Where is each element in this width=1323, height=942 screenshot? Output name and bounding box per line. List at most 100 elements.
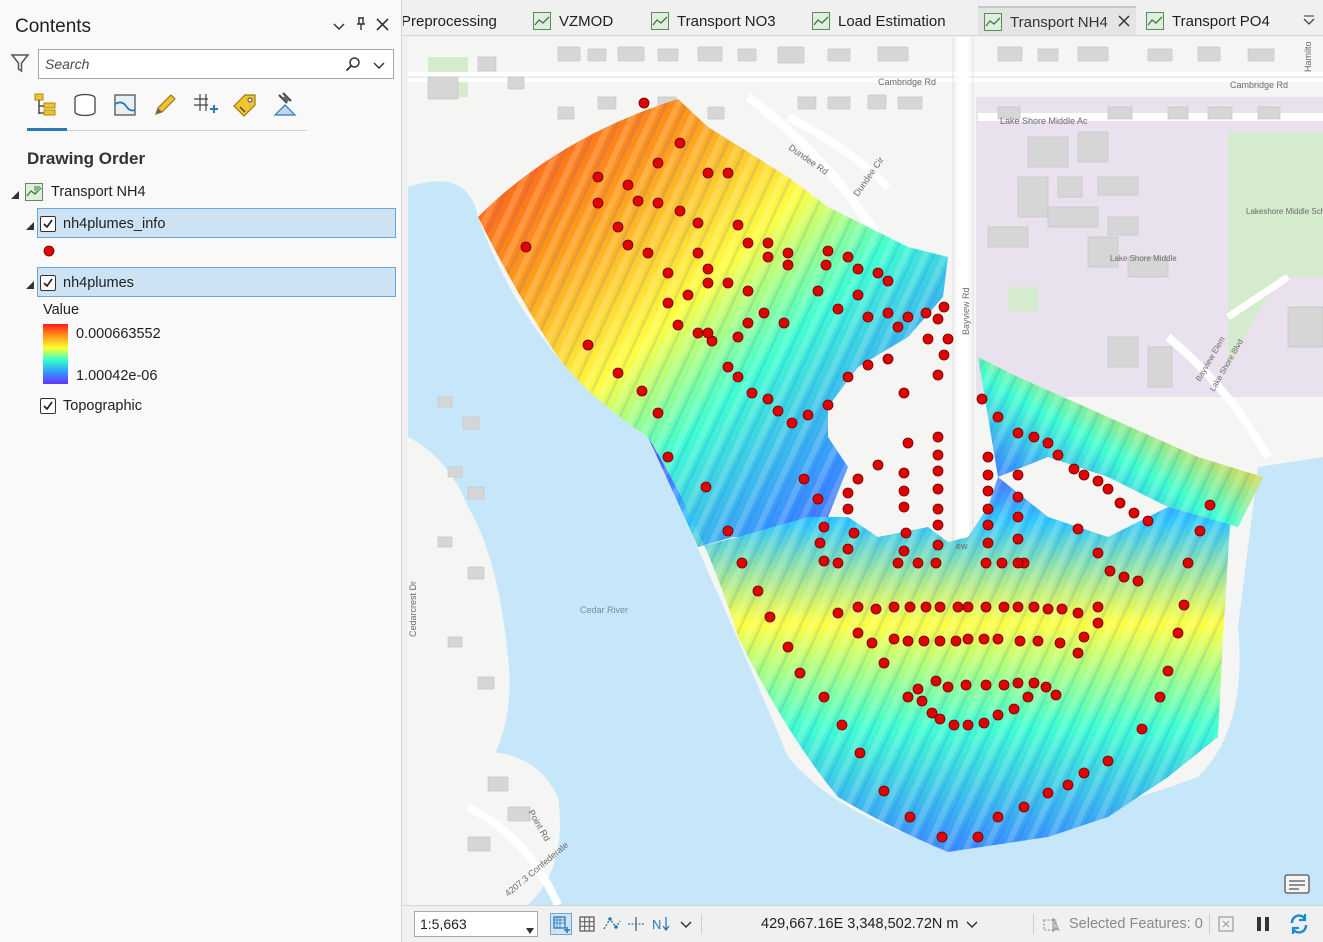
sample-point[interactable] (888, 633, 900, 645)
sample-point[interactable] (962, 719, 974, 731)
list-by-perspective-imagery-icon[interactable] (271, 90, 299, 120)
sample-point[interactable] (882, 353, 894, 365)
chevron-down-icon[interactable] (373, 58, 385, 70)
sample-point[interactable] (926, 707, 938, 719)
sample-point[interactable] (960, 679, 972, 691)
sample-point[interactable] (662, 451, 674, 463)
sample-point[interactable] (742, 285, 754, 297)
constraints-icon[interactable] (625, 913, 647, 935)
list-by-selection-icon[interactable] (111, 90, 139, 120)
sample-point[interactable] (872, 459, 884, 471)
tab-load-estimation[interactable]: Load Estimation (812, 8, 946, 34)
sample-point[interactable] (822, 245, 834, 257)
sample-point[interactable] (1054, 637, 1066, 649)
sample-point[interactable] (852, 627, 864, 639)
sample-point[interactable] (866, 637, 878, 649)
sample-point[interactable] (1132, 575, 1144, 587)
sample-point[interactable] (652, 197, 664, 209)
point-symbol[interactable] (43, 244, 55, 262)
refresh-selection-icon[interactable] (1215, 913, 1237, 935)
sample-point[interactable] (1072, 607, 1084, 619)
sample-point[interactable] (1102, 755, 1114, 767)
sample-point[interactable] (682, 289, 694, 301)
sample-point[interactable] (662, 267, 674, 279)
sample-point[interactable] (1028, 677, 1040, 689)
sample-point[interactable] (1078, 631, 1090, 643)
sample-point[interactable] (898, 467, 910, 479)
sample-point[interactable] (842, 371, 854, 383)
sample-point[interactable] (702, 327, 714, 339)
tabs-overflow-icon[interactable] (1303, 14, 1315, 26)
sample-point[interactable] (922, 333, 934, 345)
sample-point[interactable] (638, 97, 650, 109)
sample-point[interactable] (916, 695, 928, 707)
search-field[interactable] (38, 49, 394, 79)
sample-point[interactable] (820, 259, 832, 271)
sample-point[interactable] (1052, 449, 1064, 461)
sample-point[interactable] (722, 361, 734, 373)
sample-point[interactable] (934, 601, 946, 613)
sample-point[interactable] (612, 221, 624, 233)
sample-point[interactable] (702, 167, 714, 179)
sample-point[interactable] (1142, 515, 1154, 527)
sample-point[interactable] (902, 691, 914, 703)
fixed-zoom-icon[interactable] (550, 913, 572, 935)
sample-point[interactable] (918, 635, 930, 647)
sample-point[interactable] (882, 307, 894, 319)
sample-point[interactable] (742, 237, 754, 249)
sample-point[interactable] (822, 399, 834, 411)
sample-point[interactable] (942, 681, 954, 693)
sample-point[interactable] (1182, 557, 1194, 569)
sample-point[interactable] (904, 601, 916, 613)
sample-point[interactable] (992, 811, 1004, 823)
sample-point[interactable] (782, 247, 794, 259)
search-icon[interactable] (345, 56, 361, 72)
sample-point[interactable] (842, 543, 854, 555)
sample-point[interactable] (636, 385, 648, 397)
sample-point[interactable] (1012, 601, 1024, 613)
sample-point[interactable] (888, 601, 900, 613)
sample-point[interactable] (978, 717, 990, 729)
collapse-layer-icon[interactable] (25, 277, 35, 289)
sample-point[interactable] (854, 747, 866, 759)
list-by-source-icon[interactable] (71, 90, 99, 120)
sample-point[interactable] (932, 431, 944, 443)
sample-point[interactable] (1032, 635, 1044, 647)
collapse-layer-icon[interactable] (25, 218, 35, 230)
sample-point[interactable] (932, 539, 944, 551)
sample-point[interactable] (992, 709, 1004, 721)
sample-point[interactable] (582, 339, 594, 351)
sample-point[interactable] (942, 333, 954, 345)
sample-point[interactable] (1042, 603, 1054, 615)
sample-point[interactable] (622, 239, 634, 251)
sample-point[interactable] (1018, 801, 1030, 813)
sample-point[interactable] (932, 503, 944, 515)
sample-point[interactable] (736, 557, 748, 569)
sample-point[interactable] (982, 469, 994, 481)
tab-vzmod[interactable]: VZMOD (533, 8, 613, 34)
sample-point[interactable] (898, 485, 910, 497)
sample-point[interactable] (632, 195, 644, 207)
layer-visibility-checkbox[interactable] (40, 275, 56, 291)
sample-point[interactable] (912, 683, 924, 695)
sample-point[interactable] (818, 691, 830, 703)
sample-point[interactable] (1028, 431, 1040, 443)
sample-point[interactable] (976, 393, 988, 405)
sample-point[interactable] (692, 217, 704, 229)
sample-point[interactable] (980, 557, 992, 569)
sample-point[interactable] (936, 831, 948, 843)
sample-point[interactable] (898, 501, 910, 513)
sample-point[interactable] (836, 719, 848, 731)
map-canvas[interactable]: Cambridge Rd Cambridge Rd Lake Shore Mid… (408, 37, 1323, 905)
sample-point[interactable] (982, 519, 994, 531)
sample-point[interactable] (962, 601, 974, 613)
sample-point[interactable] (692, 327, 704, 339)
sample-point[interactable] (852, 263, 864, 275)
sample-point[interactable] (902, 635, 914, 647)
sample-point[interactable] (878, 785, 890, 797)
sample-point[interactable] (818, 521, 830, 533)
sample-point[interactable] (934, 635, 946, 647)
sample-point[interactable] (520, 241, 532, 253)
sample-point[interactable] (904, 811, 916, 823)
tab-transport-nh4[interactable]: Transport NH4 (978, 6, 1136, 35)
